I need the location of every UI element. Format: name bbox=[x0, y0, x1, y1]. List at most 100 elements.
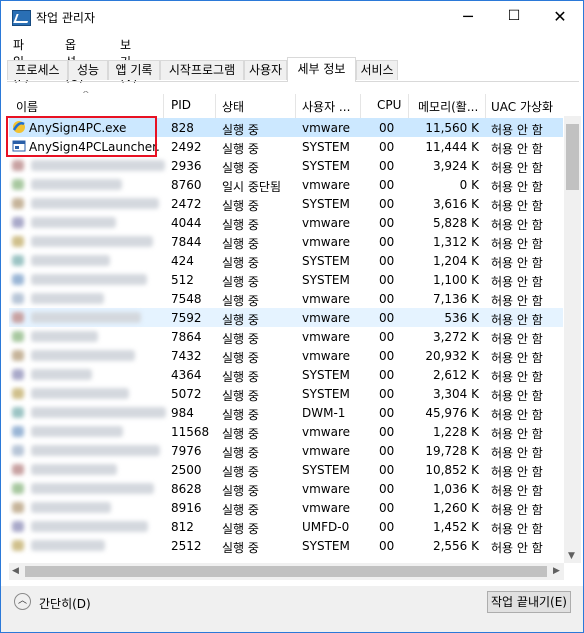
maximize-button[interactable]: ☐ bbox=[491, 1, 537, 32]
process-user: UMFD-0 bbox=[302, 520, 350, 534]
table-row[interactable]: 8760 일시 중단됨 vmware 00 0 K 허용 안 함 bbox=[9, 175, 563, 194]
end-task-button[interactable]: 작업 끝내기(E) bbox=[487, 591, 571, 613]
redacted-process-icon bbox=[12, 521, 24, 532]
fewer-details-link[interactable]: 간단히(D) bbox=[39, 595, 91, 612]
process-memory: 45,976 K bbox=[425, 406, 479, 420]
vertical-scrollbar[interactable]: ▼ bbox=[564, 116, 581, 563]
redacted-process-icon bbox=[12, 464, 24, 475]
tab-users[interactable]: 사용자 bbox=[244, 60, 287, 80]
process-user: vmware bbox=[302, 349, 351, 363]
process-cpu: 00 bbox=[379, 197, 395, 211]
redacted-process-icon bbox=[12, 255, 24, 266]
table-row[interactable]: 2936 실행 중 SYSTEM 00 3,924 K 허용 안 함 bbox=[9, 156, 563, 175]
table-row[interactable]: 424 실행 중 SYSTEM 00 1,204 K 허용 안 함 bbox=[9, 251, 563, 270]
table-row[interactable]: 7976 실행 중 vmware 00 19,728 K 허용 안 함 bbox=[9, 441, 563, 460]
table-row[interactable]: 2472 실행 중 SYSTEM 00 3,616 K 허용 안 함 bbox=[9, 194, 563, 213]
process-memory: 2,556 K bbox=[432, 539, 479, 553]
process-cpu: 00 bbox=[379, 121, 395, 135]
col-user-header[interactable]: 사용자 ... bbox=[302, 98, 355, 115]
process-pid: 11568 bbox=[171, 425, 210, 439]
redacted-process-name bbox=[31, 198, 159, 209]
vertical-scroll-thumb[interactable] bbox=[566, 124, 579, 190]
table-row[interactable]: 5072 실행 중 SYSTEM 00 3,304 K 허용 안 함 bbox=[9, 384, 563, 403]
scroll-down-icon[interactable]: ▼ bbox=[568, 551, 575, 561]
redacted-process-name bbox=[31, 160, 165, 171]
col-name-header[interactable]: 이름 bbox=[16, 98, 38, 115]
table-row[interactable]: 2500 실행 중 SYSTEM 00 10,852 K 허용 안 함 bbox=[9, 460, 563, 479]
tab-services[interactable]: 서비스 bbox=[356, 60, 398, 80]
process-memory: 536 K bbox=[444, 311, 479, 325]
table-row[interactable]: 11568 실행 중 vmware 00 1,228 K 허용 안 함 bbox=[9, 422, 563, 441]
table-row[interactable]: 7548 실행 중 vmware 00 7,136 K 허용 안 함 bbox=[9, 289, 563, 308]
process-cpu: 00 bbox=[379, 539, 395, 553]
redacted-process-name bbox=[31, 483, 154, 494]
tab-performance[interactable]: 성능 bbox=[68, 60, 108, 80]
process-cpu: 00 bbox=[379, 387, 395, 401]
horizontal-scrollbar[interactable]: ◀ ▶ bbox=[9, 563, 564, 580]
process-uac: 허용 안 함 bbox=[491, 275, 543, 289]
tab-app-history[interactable]: 앱 기록 bbox=[108, 60, 160, 80]
chevron-up-icon[interactable]: ︿ bbox=[14, 593, 31, 610]
window-title: 작업 관리자 bbox=[36, 11, 96, 25]
process-uac: 허용 안 함 bbox=[491, 237, 543, 251]
tab-details[interactable]: 세부 정보 bbox=[287, 57, 356, 82]
process-memory: 19,728 K bbox=[425, 444, 479, 458]
col-uac-header[interactable]: UAC 가상화 bbox=[491, 98, 553, 115]
col-cpu-header[interactable]: CPU bbox=[377, 98, 401, 112]
process-status: 실행 중 bbox=[222, 161, 259, 175]
table-row[interactable]: 4364 실행 중 SYSTEM 00 2,612 K 허용 안 함 bbox=[9, 365, 563, 384]
process-pid: 984 bbox=[171, 406, 194, 420]
process-uac: 허용 안 함 bbox=[491, 503, 543, 517]
table-row[interactable]: 7844 실행 중 vmware 00 1,312 K 허용 안 함 bbox=[9, 232, 563, 251]
redacted-process-icon bbox=[12, 407, 24, 418]
process-uac: 허용 안 함 bbox=[491, 199, 543, 213]
table-row[interactable]: 4044 실행 중 vmware 00 5,828 K 허용 안 함 bbox=[9, 213, 563, 232]
scroll-right-icon[interactable]: ▶ bbox=[553, 566, 560, 576]
process-memory: 3,272 K bbox=[432, 330, 479, 344]
horizontal-scroll-thumb[interactable] bbox=[25, 566, 547, 577]
table-row[interactable]: 812 실행 중 UMFD-0 00 1,452 K 허용 안 함 bbox=[9, 517, 563, 536]
col-pid-header[interactable]: PID bbox=[171, 98, 191, 112]
process-memory: 1,100 K bbox=[432, 273, 479, 287]
process-user: vmware bbox=[302, 311, 351, 325]
table-row[interactable]: 7432 실행 중 vmware 00 20,932 K 허용 안 함 bbox=[9, 346, 563, 365]
process-uac: 허용 안 함 bbox=[491, 370, 543, 384]
title-bar[interactable]: 작업 관리자 ─ ☐ ✕ bbox=[1, 1, 583, 32]
table-row[interactable]: 984 실행 중 DWM-1 00 45,976 K 허용 안 함 bbox=[9, 403, 563, 422]
process-status: 실행 중 bbox=[222, 408, 259, 422]
minimize-button[interactable]: ─ bbox=[445, 1, 491, 32]
table-row[interactable]: 7864 실행 중 vmware 00 3,272 K 허용 안 함 bbox=[9, 327, 563, 346]
process-pid: 7432 bbox=[171, 349, 202, 363]
process-pid: 7844 bbox=[171, 235, 202, 249]
scroll-left-icon[interactable]: ◀ bbox=[12, 566, 19, 576]
close-button[interactable]: ✕ bbox=[537, 1, 583, 32]
process-pid: 5072 bbox=[171, 387, 202, 401]
table-row[interactable]: 8628 실행 중 vmware 00 1,036 K 허용 안 함 bbox=[9, 479, 563, 498]
tab-startup[interactable]: 시작프로그램 bbox=[160, 60, 244, 80]
redacted-process-icon bbox=[12, 198, 24, 209]
redacted-process-icon bbox=[12, 388, 24, 399]
col-status-header[interactable]: 상태 bbox=[222, 98, 244, 115]
process-pid: 4364 bbox=[171, 368, 202, 382]
process-uac: 허용 안 함 bbox=[491, 389, 543, 403]
process-user: SYSTEM bbox=[302, 387, 350, 401]
table-row[interactable]: 2512 실행 중 SYSTEM 00 2,556 K 허용 안 함 bbox=[9, 536, 563, 555]
table-row[interactable]: 512 실행 중 SYSTEM 00 1,100 K 허용 안 함 bbox=[9, 270, 563, 289]
redacted-process-name bbox=[31, 350, 135, 361]
process-status: 실행 중 bbox=[222, 332, 259, 346]
process-pid: 2512 bbox=[171, 539, 202, 553]
redacted-process-name bbox=[31, 426, 123, 437]
process-status: 실행 중 bbox=[222, 351, 259, 365]
process-user: DWM-1 bbox=[302, 406, 346, 420]
col-memory-header[interactable]: 메모리(활... bbox=[418, 98, 482, 115]
process-memory: 3,924 K bbox=[432, 159, 479, 173]
table-row[interactable]: 7592 실행 중 vmware 00 536 K 허용 안 함 bbox=[9, 308, 563, 327]
redacted-process-name bbox=[31, 312, 141, 323]
tab-processes[interactable]: 프로세스 bbox=[7, 60, 68, 80]
redacted-process-name bbox=[31, 236, 153, 247]
process-status: 실행 중 bbox=[222, 218, 259, 232]
process-status: 실행 중 bbox=[222, 237, 259, 251]
table-row[interactable]: 8916 실행 중 vmware 00 1,260 K 허용 안 함 bbox=[9, 498, 563, 517]
process-user: vmware bbox=[302, 216, 351, 230]
footer-bar: ︿ 간단히(D) 작업 끝내기(E) bbox=[1, 586, 583, 632]
